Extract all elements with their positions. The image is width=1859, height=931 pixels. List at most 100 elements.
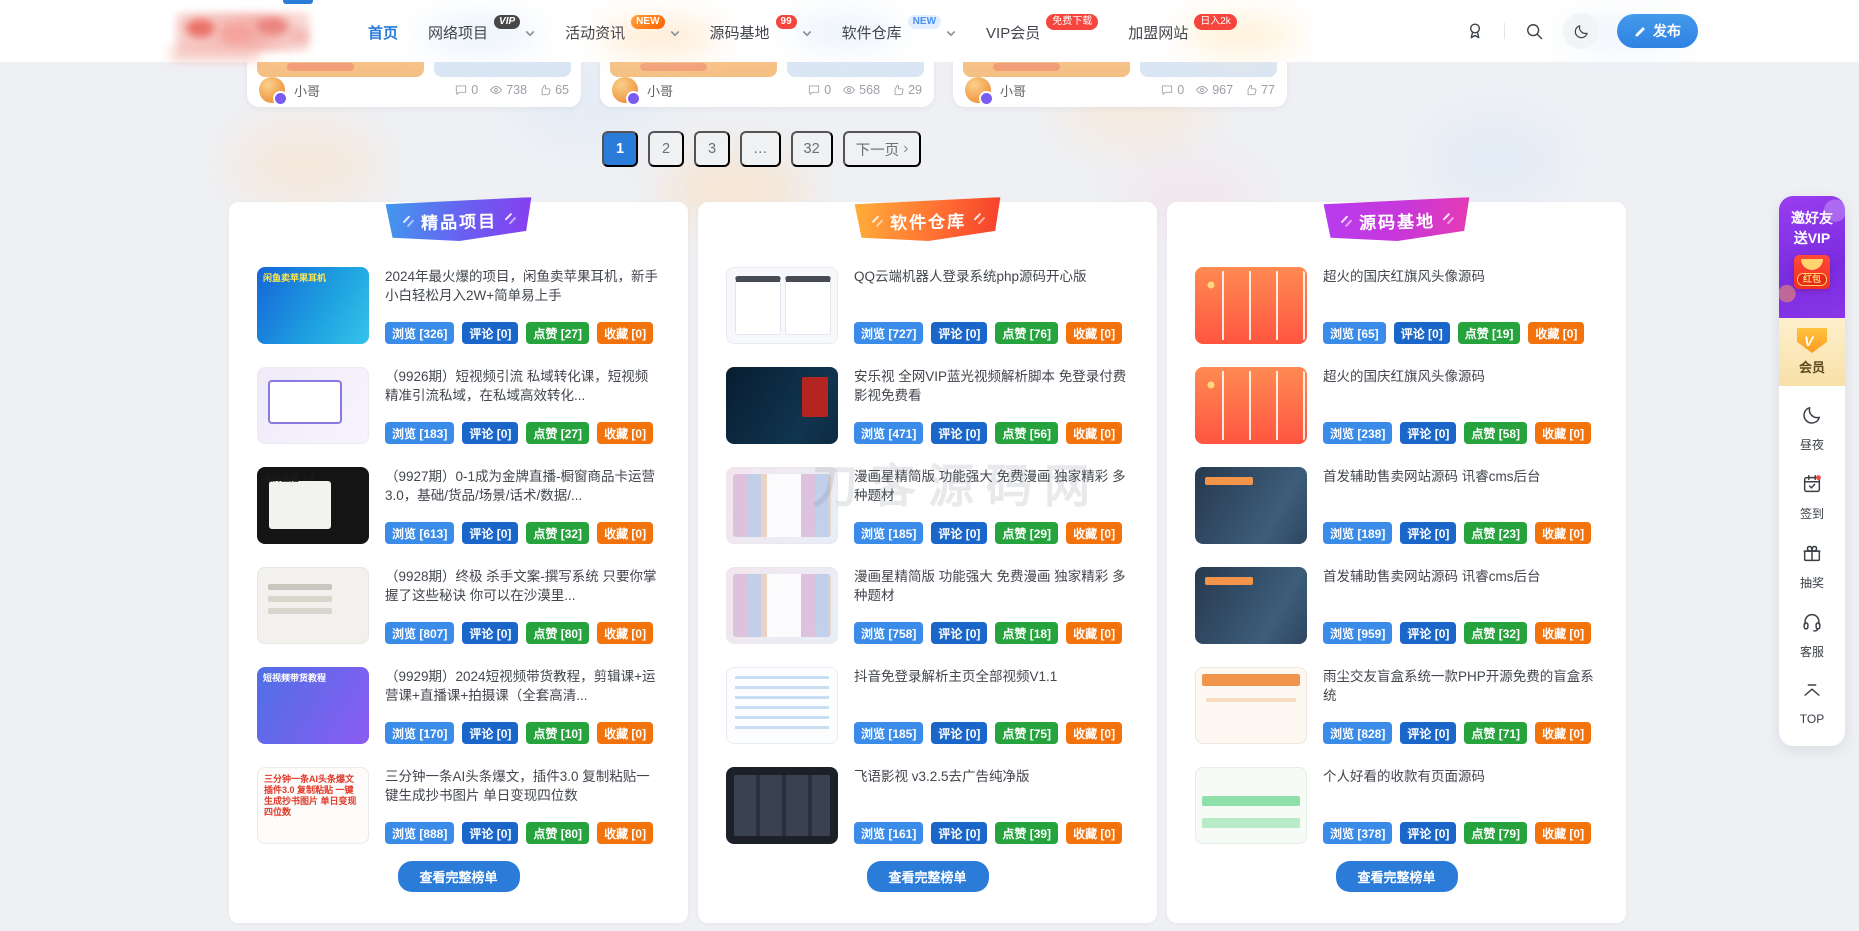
view-full-list-button[interactable]: 查看完整榜单 (1335, 861, 1457, 892)
item-title[interactable]: 安乐视 全网VIP蓝光视频解析脚本 免登录付费影视免费看 (854, 367, 1129, 405)
red-packet-icon[interactable]: 红包 (1794, 255, 1830, 289)
invite-vip-banner[interactable]: 邀好友 送VIP 红包 (1779, 196, 1845, 318)
list-item[interactable]: 漫画星精简版 功能强大 免费漫画 独家精彩 多种题材 浏览 [758] 评论 [… (726, 567, 1129, 644)
nav-item-3[interactable]: 源码基地 99 (710, 20, 812, 43)
favorites-badge: 收藏 [0] (597, 422, 653, 444)
view-full-list-button[interactable]: 查看完整榜单 (397, 861, 519, 892)
item-thumbnail[interactable] (726, 367, 838, 444)
ranking-column: 源码基地 超火的国庆红旗风头像源码 浏览 [65] 评论 [0] 点赞 [19]… (1167, 202, 1626, 923)
item-title[interactable]: 雨尘交友盲盒系统一款PHP开源免费的盲盒系统 (1323, 667, 1598, 705)
item-title[interactable]: 三分钟一条AI头条爆文，插件3.0 复制粘贴一键生成抄书图片 单日变现四位数 (385, 767, 660, 805)
item-thumbnail[interactable] (257, 567, 369, 644)
list-item[interactable]: 飞语影视 v3.2.5去广告纯净版 浏览 [161] 评论 [0] 点赞 [39… (726, 767, 1129, 844)
item-thumbnail[interactable]: 金牌直播 3.0 (257, 467, 369, 544)
author-name[interactable]: 小哥 (294, 81, 320, 100)
post-card-footer: 小哥 0 967 77 (965, 76, 1275, 104)
page-button[interactable]: 32 (791, 131, 833, 167)
nav-item-home[interactable]: 首页 (368, 20, 398, 43)
item-body: 个人好看的收款有页面源码 浏览 [378] 评论 [0] 点赞 [79] 收藏 … (1323, 767, 1598, 844)
comment-count: 0 (471, 83, 478, 97)
nav-item-5[interactable]: VIP会员 免费下载 (986, 20, 1098, 43)
item-title[interactable]: 飞语影视 v3.2.5去广告纯净版 (854, 767, 1129, 786)
page-button[interactable]: … (740, 131, 781, 167)
site-logo[interactable] (176, 13, 310, 51)
item-thumbnail[interactable] (726, 467, 838, 544)
page-button[interactable]: 3 (694, 131, 730, 167)
author-name[interactable]: 小哥 (647, 81, 673, 100)
item-thumbnail[interactable] (726, 267, 838, 344)
item-thumbnail[interactable] (1195, 767, 1307, 844)
nav-item-2[interactable]: 活动资讯 NEW (565, 20, 679, 43)
list-item[interactable]: 超火的国庆红旗风头像源码 浏览 [238] 评论 [0] 点赞 [58] 收藏 … (1195, 367, 1598, 444)
page-button[interactable]: 2 (648, 131, 684, 167)
list-item[interactable]: 雨尘交友盲盒系统一款PHP开源免费的盲盒系统 浏览 [828] 评论 [0] 点… (1195, 667, 1598, 744)
list-item[interactable]: （9928期）终极 杀手文案-撰写系统 只要你掌握了这些秘诀 你可以在沙漠里..… (257, 567, 660, 644)
item-thumbnail[interactable] (1195, 267, 1307, 344)
item-thumbnail[interactable] (726, 567, 838, 644)
vip-member-entry[interactable]: V 会员 (1779, 318, 1845, 386)
side-tool-chevron-up[interactable]: TOP (1779, 670, 1845, 736)
list-item[interactable]: 闲鱼卖苹果耳机 2024年最火爆的项目，闲鱼卖苹果耳机，新手小白轻松月入2W+简… (257, 267, 660, 344)
search-icon[interactable] (1523, 20, 1545, 42)
item-title[interactable]: QQ云端机器人登录系统php源码开心版 (854, 267, 1129, 286)
side-tool-calendar[interactable]: 签到 (1779, 463, 1845, 532)
list-item[interactable]: 首发辅助售卖网站源码 讯睿cms后台 浏览 [959] 评论 [0] 点赞 [3… (1195, 567, 1598, 644)
comments-badge: 评论 [0] (462, 722, 518, 744)
item-thumbnail[interactable] (726, 767, 838, 844)
item-thumbnail[interactable] (1195, 567, 1307, 644)
favorites-badge: 收藏 [0] (597, 322, 653, 344)
list-item[interactable]: 个人好看的收款有页面源码 浏览 [378] 评论 [0] 点赞 [79] 收藏 … (1195, 767, 1598, 844)
list-item[interactable]: QQ云端机器人登录系统php源码开心版 浏览 [727] 评论 [0] 点赞 [… (726, 267, 1129, 344)
list-item[interactable]: （9926期）短视频引流 私域转化课，短视频精准引流私域，在私域高效转化... … (257, 367, 660, 444)
page-button[interactable]: 1 (602, 131, 638, 167)
item-thumbnail[interactable] (726, 667, 838, 744)
item-thumbnail[interactable] (1195, 367, 1307, 444)
item-thumbnail[interactable] (257, 367, 369, 444)
item-thumbnail[interactable] (1195, 467, 1307, 544)
dark-mode-toggle[interactable] (1563, 13, 1599, 49)
item-title[interactable]: （9927期）0-1成为金牌直播-橱窗商品卡运营3.0，基础/货品/场景/话术/… (385, 467, 660, 505)
item-title[interactable]: 漫画星精简版 功能强大 免费漫画 独家精彩 多种题材 (854, 467, 1129, 505)
likes-badge: 点赞 [18] (995, 622, 1058, 644)
list-item[interactable]: 首发辅助售卖网站源码 讯睿cms后台 浏览 [189] 评论 [0] 点赞 [2… (1195, 467, 1598, 544)
item-title[interactable]: 超火的国庆红旗风头像源码 (1323, 367, 1598, 386)
item-thumbnail[interactable]: 短视频带货教程 (257, 667, 369, 744)
list-item[interactable]: 金牌直播 3.0 （9927期）0-1成为金牌直播-橱窗商品卡运营3.0，基础/… (257, 467, 660, 544)
item-thumbnail[interactable]: 三分钟一条AI头条爆文 插件3.0 复制粘贴 一键生成抄书图片 单日变现四位数 (257, 767, 369, 844)
nav-item-label: 加盟网站 (1128, 22, 1188, 43)
item-title[interactable]: 个人好看的收款有页面源码 (1323, 767, 1598, 786)
avatar[interactable] (612, 77, 638, 103)
nav-item-1[interactable]: 网络项目 VIP (428, 20, 535, 43)
list-item[interactable]: 短视频带货教程 （9929期）2024短视频带货教程，剪辑课+运营课+直播课+拍… (257, 667, 660, 744)
item-title[interactable]: 超火的国庆红旗风头像源码 (1323, 267, 1598, 286)
side-tool-moon[interactable]: 昼夜 (1779, 394, 1845, 463)
item-title[interactable]: （9926期）短视频引流 私域转化课，短视频精准引流私域，在私域高效转化... (385, 367, 660, 405)
view-full-list-button[interactable]: 查看完整榜单 (866, 861, 988, 892)
avatar[interactable] (965, 77, 991, 103)
favorites-badge: 收藏 [0] (597, 722, 653, 744)
item-title[interactable]: （9929期）2024短视频带货教程，剪辑课+运营课+直播课+拍摄课（全套高清.… (385, 667, 660, 705)
item-title[interactable]: 抖音免登录解析主页全部视频V1.1 (854, 667, 1129, 686)
nav-item-6[interactable]: 加盟网站 日入2k (1128, 20, 1237, 43)
item-thumbnail[interactable]: 闲鱼卖苹果耳机 (257, 267, 369, 344)
side-tool-gift[interactable]: 抽奖 (1779, 532, 1845, 601)
nav-item-4[interactable]: 软件仓库 NEW (842, 20, 956, 43)
publish-button[interactable]: 发布 (1617, 14, 1698, 48)
item-title[interactable]: 首发辅助售卖网站源码 讯睿cms后台 (1323, 467, 1598, 486)
list-item[interactable]: 三分钟一条AI头条爆文 插件3.0 复制粘贴 一键生成抄书图片 单日变现四位数 … (257, 767, 660, 844)
list-item[interactable]: 安乐视 全网VIP蓝光视频解析脚本 免登录付费影视免费看 浏览 [471] 评论… (726, 367, 1129, 444)
views-badge: 浏览 [613] (385, 522, 454, 544)
item-title[interactable]: 2024年最火爆的项目，闲鱼卖苹果耳机，新手小白轻松月入2W+简单易上手 (385, 267, 660, 305)
list-item[interactable]: 抖音免登录解析主页全部视频V1.1 浏览 [185] 评论 [0] 点赞 [75… (726, 667, 1129, 744)
item-title[interactable]: 漫画星精简版 功能强大 免费漫画 独家精彩 多种题材 (854, 567, 1129, 605)
avatar[interactable] (259, 77, 285, 103)
medal-icon[interactable] (1464, 20, 1486, 42)
item-title[interactable]: 首发辅助售卖网站源码 讯睿cms后台 (1323, 567, 1598, 586)
item-title[interactable]: （9928期）终极 杀手文案-撰写系统 只要你掌握了这些秘诀 你可以在沙漠里..… (385, 567, 660, 605)
author-name[interactable]: 小哥 (1000, 81, 1026, 100)
item-thumbnail[interactable] (1195, 667, 1307, 744)
list-item[interactable]: 超火的国庆红旗风头像源码 浏览 [65] 评论 [0] 点赞 [19] 收藏 [… (1195, 267, 1598, 344)
list-item[interactable]: 漫画星精简版 功能强大 免费漫画 独家精彩 多种题材 浏览 [185] 评论 [… (726, 467, 1129, 544)
side-tool-headset[interactable]: 客服 (1779, 601, 1845, 670)
next-page-button[interactable]: 下一页 › (843, 131, 922, 167)
